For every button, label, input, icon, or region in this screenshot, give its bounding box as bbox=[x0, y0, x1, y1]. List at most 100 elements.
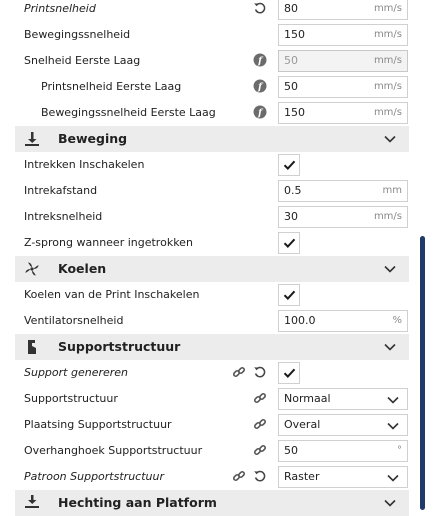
field-value: 50 bbox=[284, 54, 298, 67]
printsnelheid-input[interactable]: 80 mm/s bbox=[278, 0, 408, 20]
setting-row-koelen-van-de-print-inschakelen: Koelen van de Print Inschakelen bbox=[0, 282, 436, 308]
setting-label: Koelen van de Print Inschakelen bbox=[24, 288, 200, 301]
ventilatorsnelheid-input[interactable]: 100.0% bbox=[278, 310, 408, 332]
settings-list: Printsnelheid 80 mm/s Bewegingssnelheid 150 m… bbox=[0, 0, 436, 516]
support-genereren-checkbox[interactable] bbox=[278, 362, 300, 384]
function-icon: f bbox=[253, 53, 268, 68]
setting-label: Plaatsing Supportstructuur bbox=[24, 418, 172, 431]
travel-icon bbox=[23, 131, 41, 147]
setting-label: Intreksnelheid bbox=[24, 210, 103, 223]
setting-label: Z-sprong wanneer ingetrokken bbox=[24, 236, 193, 249]
setting-row-intrekafstand: Intrekafstand 0.5 mm bbox=[0, 178, 436, 204]
bewegingssnelheid-input[interactable]: 150 mm/s bbox=[278, 24, 408, 46]
setting-row-ventilatorsnelheid: Ventilatorsnelheid 100.0% bbox=[0, 308, 436, 334]
intrekafstand-input[interactable]: 0.5 mm bbox=[278, 180, 408, 202]
setting-row-plaatsing-supportstructuur: Plaatsing Supportstructuur Overal bbox=[0, 412, 436, 438]
setting-label: Support genereren bbox=[24, 366, 129, 379]
field-value: 150 bbox=[284, 106, 305, 119]
setting-label: Bewegingssnelheid Eerste Laag bbox=[41, 106, 216, 119]
reset-icon[interactable] bbox=[253, 365, 268, 380]
field-unit: mm/s bbox=[373, 55, 402, 66]
setting-label: Snelheid Eerste Laag bbox=[24, 54, 141, 67]
setting-row-printsnelheid-eerste-laag: Printsnelheid Eerste Laag f 50 mm/s bbox=[0, 74, 436, 100]
chevron-down-icon bbox=[386, 419, 400, 436]
adhesion-icon bbox=[23, 495, 41, 511]
setting-row-bewegingssnelheid-eerste-laag: Bewegingssnelheid Eerste Laag f 150 mm/s bbox=[0, 100, 436, 126]
chevron-down-icon[interactable] bbox=[383, 340, 397, 354]
setting-row-snelheid-eerste-laag: Snelheid Eerste Laag f 50 mm/s bbox=[0, 48, 436, 74]
reset-icon[interactable] bbox=[253, 469, 268, 484]
setting-row-printsnelheid: Printsnelheid 80 mm/s bbox=[0, 0, 436, 22]
setting-row-supportstructuur: Supportstructuur Normaal bbox=[0, 386, 436, 412]
intrekken-inschakelen-checkbox[interactable] bbox=[278, 154, 300, 176]
reset-icon[interactable] bbox=[253, 1, 268, 16]
field-unit: mm/s bbox=[373, 81, 402, 92]
setting-row-intrekken-inschakelen: Intrekken Inschakelen bbox=[0, 152, 436, 178]
chevron-down-icon[interactable] bbox=[383, 496, 397, 510]
function-icon: f bbox=[253, 79, 268, 94]
select-value: Normaal bbox=[284, 392, 331, 405]
support-icon bbox=[23, 339, 41, 355]
setting-label: Printsnelheid Eerste Laag bbox=[41, 80, 182, 93]
setting-label: Patroon Supportstructuur bbox=[24, 470, 164, 483]
field-unit: % bbox=[392, 315, 402, 326]
intreksnelheid-input[interactable]: 30 mm/s bbox=[278, 206, 408, 228]
link-icon[interactable] bbox=[232, 469, 247, 484]
printsnelheid-eerste-laag-input[interactable]: 50 mm/s bbox=[278, 76, 408, 98]
patroon-supportstructuur-select[interactable]: Raster bbox=[278, 466, 408, 488]
setting-label: Intrekken Inschakelen bbox=[24, 158, 145, 171]
link-icon[interactable] bbox=[232, 365, 247, 380]
link-icon[interactable] bbox=[253, 417, 268, 432]
category-title: Hechting aan Platform bbox=[58, 495, 217, 510]
field-unit: mm/s bbox=[373, 29, 402, 40]
field-value: 150 bbox=[284, 28, 305, 41]
field-value: 50 bbox=[284, 80, 298, 93]
chevron-down-icon bbox=[386, 393, 400, 410]
setting-label: Bewegingssnelheid bbox=[24, 28, 131, 41]
select-value: Overal bbox=[284, 418, 321, 431]
overhanghoek-supportstructuur-input[interactable]: 50 ° bbox=[278, 440, 408, 462]
link-icon[interactable] bbox=[253, 391, 268, 406]
field-value: 50 bbox=[284, 444, 298, 457]
bewegingssnelheid-eerste-laag-input[interactable]: 150 mm/s bbox=[278, 102, 408, 124]
field-value: 100.0 bbox=[284, 314, 316, 327]
setting-row-bewegingssnelheid: Bewegingssnelheid 150 mm/s bbox=[0, 22, 436, 48]
field-unit: mm/s bbox=[373, 3, 402, 14]
plaatsing-supportstructuur-select[interactable]: Overal bbox=[278, 414, 408, 436]
select-value: Raster bbox=[284, 470, 320, 483]
field-unit: mm/s bbox=[373, 107, 402, 118]
category-koelen[interactable]: Koelen bbox=[15, 256, 409, 282]
setting-label: Ventilatorsnelheid bbox=[24, 314, 124, 327]
setting-label: Overhanghoek Supportstructuur bbox=[24, 444, 203, 457]
chevron-down-icon[interactable] bbox=[383, 132, 397, 146]
setting-row-intreksnelheid: Intreksnelheid 30 mm/s bbox=[0, 204, 436, 230]
setting-row-patroon-supportstructuur: Patroon Supportstructuur Raster bbox=[0, 464, 436, 490]
field-unit: ° bbox=[397, 445, 402, 456]
z-sprong-wanneer-ingetrokken-checkbox[interactable] bbox=[278, 232, 300, 254]
function-icon: f bbox=[253, 105, 268, 120]
setting-label: Supportstructuur bbox=[24, 392, 118, 405]
setting-row-support-genereren: Support genereren bbox=[0, 360, 436, 386]
category-beweging[interactable]: Beweging bbox=[15, 126, 409, 152]
koelen-van-de-print-inschakelen-checkbox[interactable] bbox=[278, 284, 300, 306]
snelheid-eerste-laag-input[interactable]: 50 mm/s bbox=[278, 50, 408, 72]
supportstructuur-select[interactable]: Normaal bbox=[278, 388, 408, 410]
category-title: Koelen bbox=[58, 261, 107, 276]
field-value: 30 bbox=[284, 210, 298, 223]
chevron-down-icon[interactable] bbox=[383, 262, 397, 276]
field-unit: mm bbox=[382, 185, 402, 196]
field-unit: mm/s bbox=[373, 211, 402, 222]
setting-label: Intrekafstand bbox=[24, 184, 98, 197]
field-value: 80 bbox=[284, 2, 298, 15]
category-supportstructuur[interactable]: Supportstructuur bbox=[15, 334, 409, 360]
setting-row-overhanghoek-supportstructuur: Overhanghoek Supportstructuur 50 ° bbox=[0, 438, 436, 464]
link-icon[interactable] bbox=[253, 443, 268, 458]
category-title: Supportstructuur bbox=[58, 339, 181, 354]
category-hechting-aan-platform[interactable]: Hechting aan Platform bbox=[15, 490, 409, 516]
category-title: Beweging bbox=[58, 131, 128, 146]
scrollbar[interactable] bbox=[420, 236, 425, 510]
setting-label: Printsnelheid bbox=[24, 2, 96, 15]
setting-row-z-sprong-wanneer-ingetrokken: Z-sprong wanneer ingetrokken bbox=[0, 230, 436, 256]
field-value: 0.5 bbox=[284, 184, 302, 197]
fan-icon bbox=[23, 261, 41, 277]
